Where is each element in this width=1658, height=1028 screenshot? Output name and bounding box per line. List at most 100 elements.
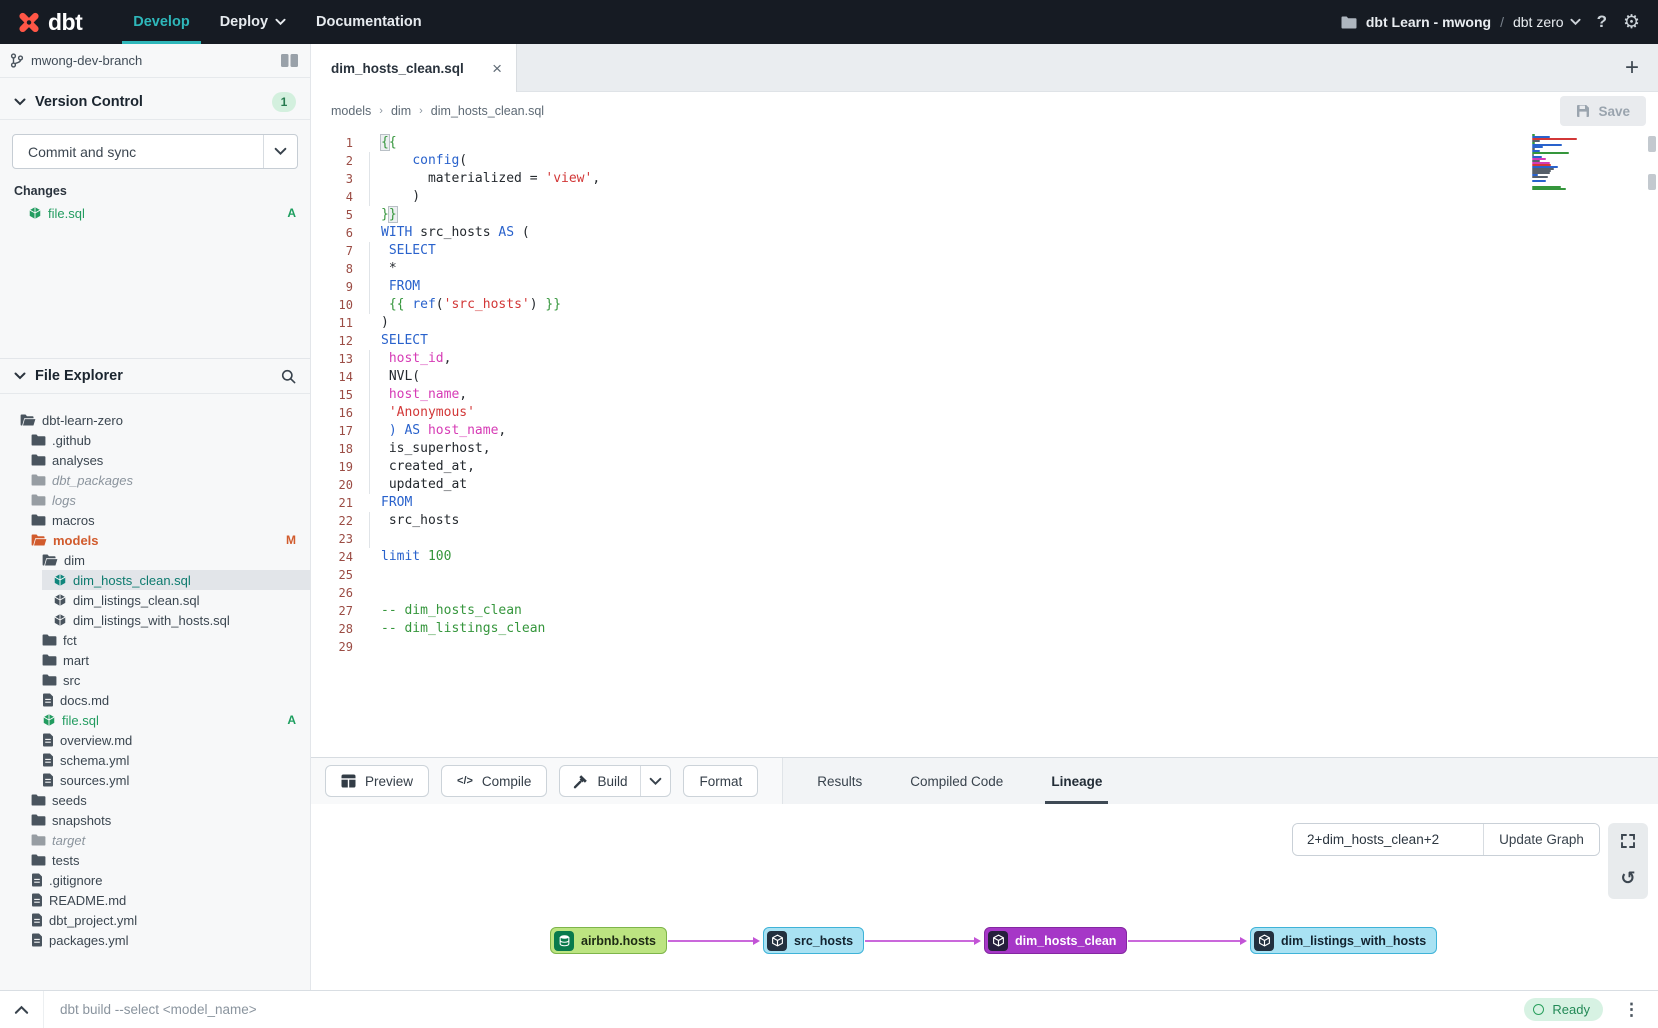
tree-item-file-sql[interactable]: file.sqlA — [0, 710, 310, 730]
tree-item-tests[interactable]: tests — [0, 850, 310, 870]
code-line[interactable]: 4 ) — [311, 188, 1658, 206]
code-line[interactable]: 17 ) AS host_name, — [311, 422, 1658, 440]
tree-item-overview-md[interactable]: overview.md — [0, 730, 310, 750]
tree-item-target[interactable]: target — [0, 830, 310, 850]
code-line[interactable]: 1{{ — [311, 134, 1658, 152]
code-line[interactable]: 18 is_superhost, — [311, 440, 1658, 458]
code-line[interactable]: 26 — [311, 584, 1658, 602]
tree-item-macros[interactable]: macros — [0, 510, 310, 530]
scrollbar-thumb[interactable] — [1648, 136, 1656, 152]
tree-item-src[interactable]: src — [0, 670, 310, 690]
scrollbar-mark[interactable] — [1648, 174, 1656, 190]
tree-item-dim[interactable]: dim — [0, 550, 310, 570]
build-options-caret[interactable] — [640, 766, 670, 796]
editor-tab[interactable]: dim_hosts_clean.sql × — [311, 44, 517, 92]
tree-item-dbt-learn-zero[interactable]: dbt-learn-zero — [0, 410, 310, 430]
code-line[interactable]: 10 {{ ref('src_hosts') }} — [311, 296, 1658, 314]
code-line[interactable]: 23 — [311, 530, 1658, 548]
docs-reader-icon[interactable] — [281, 54, 298, 67]
help-icon[interactable]: ? — [1595, 12, 1609, 32]
tab-lineage[interactable]: Lineage — [1051, 758, 1102, 804]
lineage-node-dim-listings-with-hosts[interactable]: dim_listings_with_hosts — [1250, 927, 1437, 954]
new-tab-button[interactable]: + — [1614, 44, 1650, 92]
tree-item-models[interactable]: modelsM — [0, 530, 310, 550]
tree-item-dim-listings-with-hosts-sql[interactable]: dim_listings_with_hosts.sql — [0, 610, 310, 630]
account-switcher[interactable]: dbt Learn - mwong / dbt zero — [1341, 14, 1581, 30]
tree-item-dbt-packages[interactable]: dbt_packages — [0, 470, 310, 490]
line-number: 26 — [311, 584, 369, 602]
code-line[interactable]: 22 src_hosts — [311, 512, 1658, 530]
close-icon[interactable]: × — [492, 60, 502, 77]
command-input[interactable] — [44, 991, 1524, 1028]
tree-item--github[interactable]: .github — [0, 430, 310, 450]
tree-item-dim-hosts-clean-sql[interactable]: dim_hosts_clean.sql — [0, 570, 310, 590]
line-number: 24 — [311, 548, 369, 566]
changed-file-item[interactable]: file.sqlA — [0, 202, 310, 224]
nav-deploy[interactable]: Deploy — [205, 0, 301, 44]
minimap-line — [1532, 180, 1546, 182]
tree-item-label: src — [63, 673, 80, 688]
tree-item-schema-yml[interactable]: schema.yml — [0, 750, 310, 770]
code-line[interactable]: 24limit 100 — [311, 548, 1658, 566]
tree-item-mart[interactable]: mart — [0, 650, 310, 670]
code-line[interactable]: 20 updated_at — [311, 476, 1658, 494]
tree-item-analyses[interactable]: analyses — [0, 450, 310, 470]
code-line[interactable]: 9 FROM — [311, 278, 1658, 296]
tree-item-packages-yml[interactable]: packages.yml — [0, 930, 310, 950]
kebab-menu-icon[interactable]: ⋮ — [1603, 1000, 1658, 1020]
nav-documentation[interactable]: Documentation — [301, 0, 437, 44]
tree-item--gitignore[interactable]: .gitignore — [0, 870, 310, 890]
commit-options-caret[interactable] — [263, 135, 297, 168]
tree-item-sources-yml[interactable]: sources.yml — [0, 770, 310, 790]
code-line[interactable]: 8 * — [311, 260, 1658, 278]
compile-button[interactable]: </> Compile — [441, 765, 547, 797]
tree-item-fct[interactable]: fct — [0, 630, 310, 650]
gear-icon[interactable]: ⚙ — [1623, 11, 1640, 33]
code-line[interactable]: 25 — [311, 566, 1658, 584]
dbt-logo[interactable]: dbt — [14, 7, 82, 37]
tab-compiled-code[interactable]: Compiled Code — [910, 758, 1003, 804]
tree-item-docs-md[interactable]: docs.md — [0, 690, 310, 710]
code-line[interactable]: 3 materialized = 'view', — [311, 170, 1658, 188]
tree-item-dim-listings-clean-sql[interactable]: dim_listings_clean.sql — [0, 590, 310, 610]
lineage-node-airbnb-hosts[interactable]: airbnb.hosts — [550, 927, 667, 954]
tab-results[interactable]: Results — [817, 758, 862, 804]
tree-item-readme-md[interactable]: README.md — [0, 890, 310, 910]
code-line[interactable]: 13 host_id, — [311, 350, 1658, 368]
code-line[interactable]: 14 NVL( — [311, 368, 1658, 386]
format-button[interactable]: Format — [683, 765, 758, 797]
code-line[interactable]: 29 — [311, 638, 1658, 656]
editor-minimap[interactable] — [1532, 134, 1590, 192]
file-explorer-header[interactable]: File Explorer — [0, 358, 310, 394]
commit-and-sync-button[interactable]: Commit and sync — [12, 134, 298, 169]
build-button[interactable]: Build — [560, 766, 640, 796]
tree-item-seeds[interactable]: seeds — [0, 790, 310, 810]
nav-develop[interactable]: Develop — [118, 0, 204, 44]
code-line[interactable]: 28-- dim_listings_clean — [311, 620, 1658, 638]
lineage-canvas[interactable]: Update Graph ↺ airbnb.hostssrc_hostsdim_… — [311, 804, 1658, 990]
code-line[interactable]: 5}} — [311, 206, 1658, 224]
tree-item-dbt-project-yml[interactable]: dbt_project.yml — [0, 910, 310, 930]
branch-selector[interactable]: mwong-dev-branch — [0, 44, 310, 78]
code-line[interactable]: 19 created_at, — [311, 458, 1658, 476]
preview-button[interactable]: Preview — [325, 765, 429, 797]
code-editor[interactable]: 1{{2 config(3 materialized = 'view',4 )5… — [311, 130, 1658, 757]
tree-item-snapshots[interactable]: snapshots — [0, 810, 310, 830]
code-line[interactable]: 12SELECT — [311, 332, 1658, 350]
code-line[interactable]: 7 SELECT — [311, 242, 1658, 260]
lineage-node-src-hosts[interactable]: src_hosts — [763, 927, 864, 954]
chevron-up-icon[interactable] — [0, 991, 44, 1028]
version-control-header[interactable]: Version Control 1 — [0, 84, 310, 120]
save-button[interactable]: Save — [1560, 96, 1646, 126]
code-line[interactable]: 16 'Anonymous' — [311, 404, 1658, 422]
code-line[interactable]: 15 host_name, — [311, 386, 1658, 404]
lineage-node-dim-hosts-clean[interactable]: dim_hosts_clean — [984, 927, 1127, 954]
project-name[interactable]: dbt zero — [1513, 14, 1581, 30]
tree-item-logs[interactable]: logs — [0, 490, 310, 510]
search-icon[interactable] — [281, 369, 296, 384]
code-line[interactable]: 11) — [311, 314, 1658, 332]
code-line[interactable]: 27-- dim_hosts_clean — [311, 602, 1658, 620]
code-line[interactable]: 2 config( — [311, 152, 1658, 170]
code-line[interactable]: 21FROM — [311, 494, 1658, 512]
code-line[interactable]: 6WITH src_hosts AS ( — [311, 224, 1658, 242]
